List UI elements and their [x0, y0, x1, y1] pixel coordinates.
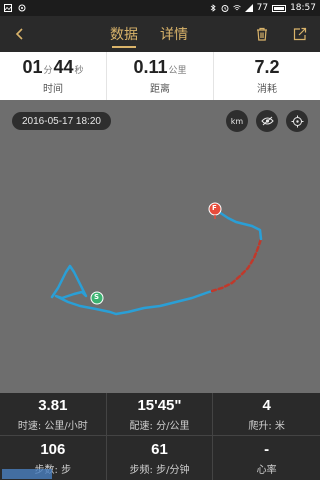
wifi-icon — [232, 5, 241, 11]
app-root: 77 18:57 数据 详情 01 分 44 秒 时间 0.11 公里 距离 7… — [0, 0, 320, 480]
locate-button[interactable] — [286, 110, 308, 132]
top-nav-bar: 数据 详情 — [0, 16, 320, 52]
detail-stats-grid: 3.81 时速: 公里/小时 15'45" 配速: 分/公里 4 爬升: 米 1… — [0, 393, 320, 480]
notification-icon — [18, 4, 26, 12]
stat-value: 106 — [40, 440, 66, 458]
signal-icon — [244, 4, 253, 12]
stat-label: 心率 — [256, 464, 277, 476]
stat-pace: 15'45" 配速: 分/公里 — [106, 393, 214, 436]
route-map[interactable]: S F 2016-05-17 18:20 km — [0, 100, 320, 393]
bluetooth-icon — [210, 4, 216, 12]
stat-label: 爬升: 米 — [248, 420, 285, 432]
stat-speed: 3.81 时速: 公里/小时 — [0, 393, 107, 436]
calories-number: 7.2 — [254, 57, 280, 77]
finish-marker-label: F — [212, 204, 217, 212]
route-path-end — [214, 208, 263, 241]
duration-minutes: 01 — [22, 57, 43, 77]
status-right: 77 18:57 — [209, 3, 316, 13]
duration-seconds: 44 — [53, 57, 74, 77]
watermark-logo — [2, 469, 52, 479]
status-time: 18:57 — [290, 3, 316, 13]
stat-value: 61 — [151, 440, 168, 458]
stat-cadence: 61 步频: 步/分钟 — [107, 436, 214, 480]
route-path — [50, 264, 214, 316]
battery-icon — [272, 4, 287, 12]
alarm-icon — [221, 5, 229, 12]
delete-button[interactable] — [250, 22, 274, 46]
trash-icon — [257, 27, 267, 41]
stat-value: 3.81 — [38, 396, 68, 414]
summary-calories: 7.2 消耗 — [214, 52, 320, 100]
distance-label: 距离 — [150, 84, 170, 95]
stat-label: 配速: 分/公里 — [129, 420, 190, 432]
map-tools: km — [226, 110, 308, 132]
duration-label: 时间 — [43, 84, 63, 95]
start-marker-label: S — [94, 293, 100, 301]
status-left — [4, 4, 26, 12]
chevron-left-icon — [15, 28, 23, 40]
tab-details[interactable]: 详情 — [160, 16, 188, 52]
distance-value: 0.11 公里 — [133, 57, 186, 78]
calories-value: 7.2 — [254, 57, 279, 78]
km-toggle-button[interactable]: km — [226, 110, 248, 132]
stat-label: 时速: 公里/小时 — [17, 420, 88, 432]
summary-distance: 0.11 公里 距离 — [107, 52, 214, 100]
route-date: 2016-05-17 18:20 — [12, 112, 111, 130]
stat-climb: 4 爬升: 米 — [213, 393, 320, 436]
route-drawing — [50, 202, 263, 316]
duration-value: 01 分 44 秒 — [22, 57, 83, 78]
status-bar: 77 18:57 — [0, 0, 320, 16]
stat-label: 步频: 步/分钟 — [129, 464, 190, 476]
distance-number: 0.11 — [133, 57, 168, 77]
summary-duration: 01 分 44 秒 时间 — [0, 52, 107, 100]
summary-stats: 01 分 44 秒 时间 0.11 公里 距离 7.2 消耗 — [0, 52, 320, 100]
share-button[interactable] — [288, 22, 312, 46]
duration-minutes-unit: 分 — [43, 65, 53, 75]
back-button[interactable] — [8, 22, 32, 46]
gallery-icon — [4, 4, 12, 12]
visibility-button[interactable] — [256, 110, 278, 132]
nav-actions — [250, 22, 312, 46]
stat-value: 15'45" — [137, 396, 182, 414]
stat-heart-rate: - 心率 — [213, 436, 320, 480]
calories-label: 消耗 — [257, 84, 277, 95]
battery-level: 77 — [256, 3, 269, 13]
tab-data[interactable]: 数据 — [110, 16, 138, 52]
tab-bar: 数据 详情 — [110, 16, 188, 52]
stat-value: - — [264, 440, 270, 458]
route-gap-dashed — [210, 237, 263, 293]
crosshair-icon — [291, 115, 303, 127]
distance-unit: 公里 — [168, 65, 187, 75]
eye-off-icon — [260, 116, 274, 126]
share-icon — [293, 27, 307, 41]
stat-value: 4 — [262, 396, 271, 414]
duration-seconds-unit: 秒 — [74, 65, 84, 75]
